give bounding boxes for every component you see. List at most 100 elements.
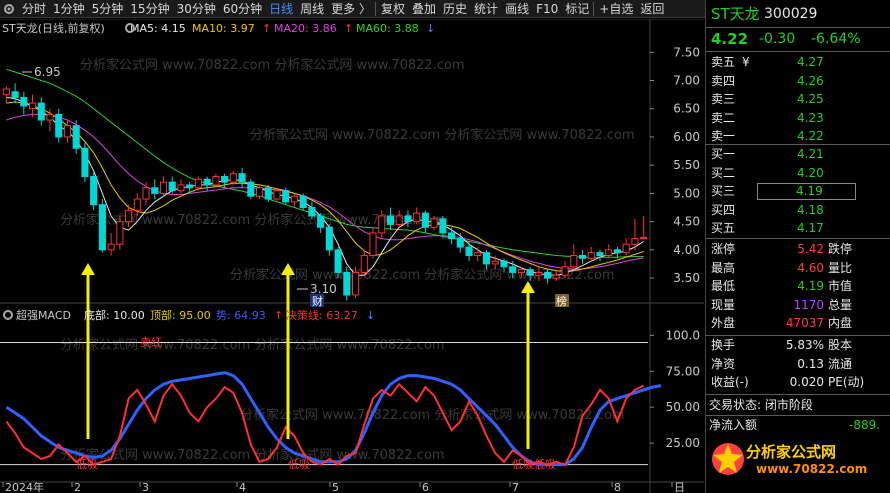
candle-body [238,173,246,183]
bid-label: 买三 [711,184,736,199]
bid-row: 买一 4.21 [706,146,890,163]
time-axis-label: 4 [239,481,246,493]
quote-title-row: ST天龙 300029 [706,3,890,25]
candle-body [28,102,37,110]
candle-body [186,184,194,189]
stat-value: 0.020 [789,375,824,390]
stat-label-2: 量比 [828,260,853,275]
candle-body [46,113,54,121]
price-change: -0.30 [759,31,796,47]
candle-body [482,252,491,265]
toolbar-item-16[interactable]: +自选 [595,0,636,18]
decision-value: 决策线: 63.27 [286,308,358,322]
price-axis-label: 6.00 [673,130,700,144]
bid-row: 买四 4.18 [706,202,890,219]
bid-row: 买二 4.20 [706,165,890,182]
ask-price: 4.23 [797,110,824,125]
toolbar-item-14[interactable]: F10 [532,0,561,18]
candle-body [465,246,473,256]
candle-body [421,212,429,228]
netflow-row: 净流入额 -889. [706,417,890,434]
stat-label-2: 市值 [828,279,853,294]
trend-arrow: ↑ [274,309,283,322]
price-axis-label: 7.50 [673,45,700,59]
stat-label: 净资 [711,356,736,371]
candle-body [456,238,464,248]
toolbar-item-12[interactable]: 统计 [470,0,501,18]
high-annotation: 6.95 [34,65,61,79]
stats-row: 现量 1170 总量 [706,297,890,314]
candle-body [55,113,63,138]
kline-chart-area[interactable]: 分析家公式网 www.70822.com 分析家公式网 www.70822.co… [0,19,704,493]
candle-body [439,218,447,234]
stat-label-2: 内盘 [828,316,853,331]
last-price: 4.22 [711,30,749,48]
time-axis-label: 3 [142,481,149,493]
toolbar-item-2[interactable]: 5分钟 [88,0,127,18]
candle-body [386,215,395,225]
candle-body [273,190,281,200]
candle-body [570,254,578,268]
stats-row: 最低 4.19 市值 [706,278,890,295]
stat-label: 最低 [711,279,736,294]
candle-body [194,178,202,189]
bid-label: 买一 [711,147,736,161]
toolbar-item-5[interactable]: 60分钟 [219,0,265,18]
candle-body [290,195,299,203]
candle-body [360,254,368,273]
candle-body [168,181,176,192]
toolbar-item-8[interactable]: 更多 〉 [327,0,374,18]
candle-body [221,175,229,183]
low-signal-label: 低吸 [76,458,98,471]
stock-code: 300029 [764,6,818,22]
candle-body [90,175,98,206]
ask-row: 卖四 4.26 [706,73,890,90]
menu-gear-icon[interactable] [0,0,18,18]
toolbar-item-3[interactable]: 15分钟 [126,0,172,18]
watermark-text: 分析家公式网 www.70822.com 分析家公式网 www.70822.co… [60,337,445,353]
brand-url: www.70822.com [756,462,867,476]
time-axis-label: 2 [74,481,81,493]
stats-row: 涨停 5.42 跌停 [706,241,890,258]
stat-label: 现量 [711,297,736,312]
candle-body [229,173,237,183]
toolbar-item-15[interactable]: 标记 [561,0,592,18]
candle-body [622,243,630,254]
watermark-text: 分析家公式网 www.70822.com 分析家公式网 www.70822.co… [240,407,625,423]
toolbar-item-11[interactable]: 历史 [439,0,470,18]
time-axis-label: 日 [674,481,685,493]
candle-body [203,178,211,186]
brand-star-icon [712,443,744,475]
price-change-pct: -6.64% [811,31,861,47]
toolbar-item-10[interactable]: 叠加 [408,0,439,18]
toolbar-item-6[interactable]: 日线 [265,0,296,18]
candle-body [613,249,622,254]
candle-body [11,91,19,98]
ask-row: 卖五 ¥4.27 [706,54,890,71]
quote-panel: ST天龙 300029 4.22 -0.30 -6.64% 卖五 ¥4.27 卖四 4… [705,0,890,493]
candle-body [430,218,438,228]
candle-body [509,266,517,273]
candle-body [299,195,307,209]
chart-title: ST天龙(日线,前复权) [2,21,105,35]
candle-body [282,190,290,203]
toolbar-item-4[interactable]: 30分钟 [173,0,219,18]
toolbar-item-9[interactable]: 复权 [377,0,408,18]
candle-body [212,175,220,186]
toolbar-item-7[interactable]: 周线 [296,0,327,18]
brand-logo: 分析家公式网 www.70822.com [706,437,890,493]
top-value: 顶部: 95.00 [150,308,211,322]
chart-canvas[interactable]: 分析家公式网 www.70822.com 分析家公式网 www.70822.co… [0,19,704,493]
candle-body [37,102,45,121]
ma60-value: MA60: 3.88 [356,22,419,35]
toolbar-item-17[interactable]: 返回 [636,0,667,18]
toolbar-item-0[interactable]: 分时 [18,0,49,18]
bid-price: 4.17 [797,221,824,236]
stat-value: 5.83% [785,338,824,352]
toolbar-item-1[interactable]: 1分钟 [49,0,88,18]
candle-body [413,212,421,223]
price-axis-label: 6.50 [673,102,700,116]
toolbar-item-13[interactable]: 画线 [501,0,532,18]
indicator-settings-gear-icon[interactable] [3,310,13,320]
stat-value: 4.60 [797,260,824,275]
